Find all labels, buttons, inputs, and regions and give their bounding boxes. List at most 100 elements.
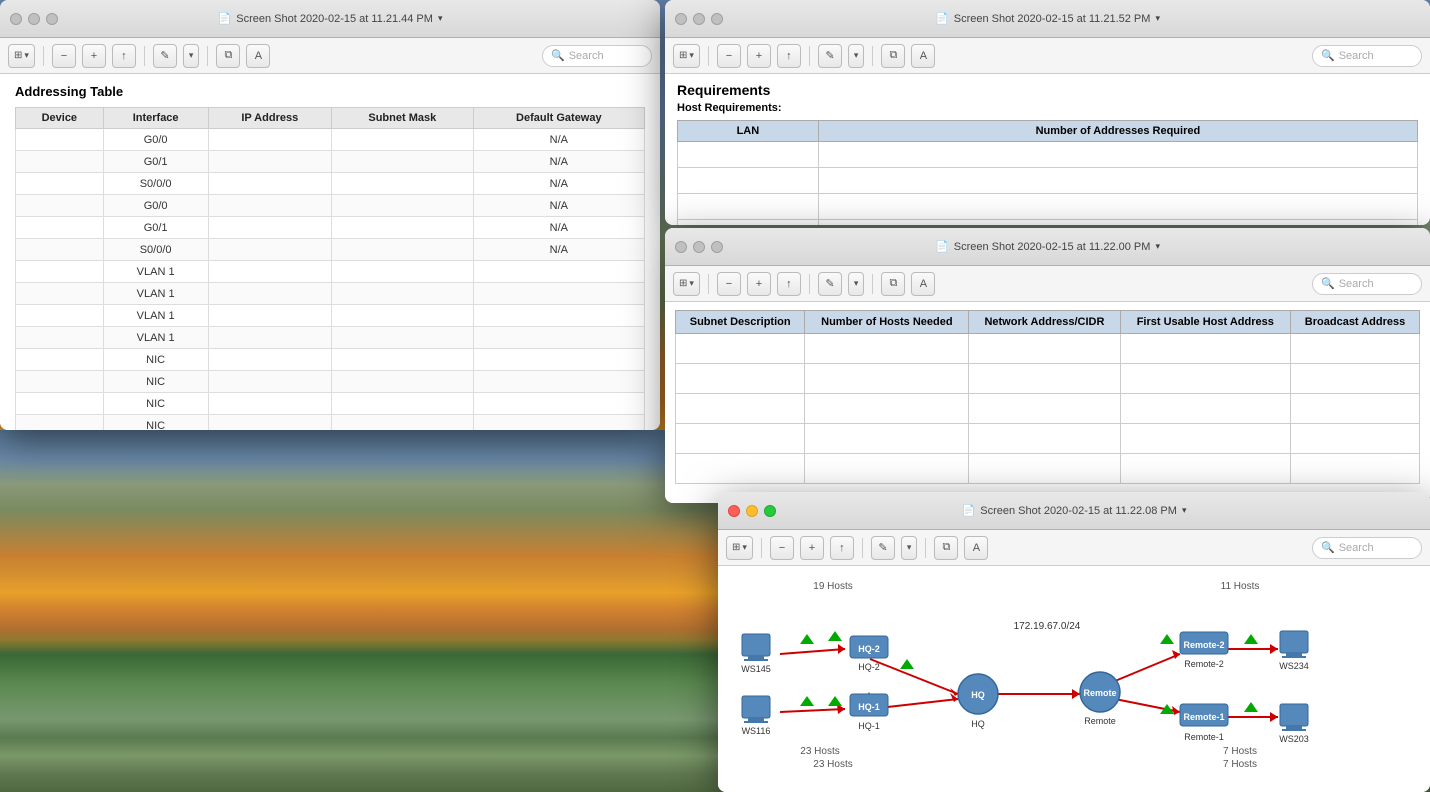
person-button-2[interactable]: A [911,44,935,68]
search-box-2[interactable]: 🔍 Search [1312,45,1422,67]
zoom-out-button-4[interactable]: − [770,536,794,560]
table-row [676,334,1420,364]
subnet-col-header: Broadcast Address [1291,311,1420,334]
table-cell [818,220,1417,226]
table-body: G0/0N/AG0/1N/AS0/0/0N/AG0/0N/AG0/1N/AS0/… [16,129,645,431]
table-cell: NIC [103,371,208,393]
close-button-2[interactable] [675,13,687,25]
network-address-label: 172.19.67.0/24 [1014,621,1081,632]
view-button-4[interactable]: ⊞ ▾ [726,536,753,560]
copy-button-4[interactable]: ⧉ [934,536,958,560]
subnet-col-header: Number of Hosts Needed [805,311,969,334]
edit-button-2[interactable]: ✎ [818,44,842,68]
window-controls [10,13,58,25]
table-cell [678,220,819,226]
zoom-out-button-2[interactable]: − [717,44,741,68]
table-cell [331,239,473,261]
edit-dropdown-3[interactable]: ▾ [848,272,865,296]
table-cell [969,364,1120,394]
table-cell [208,393,331,415]
share-button[interactable]: ↑ [112,44,136,68]
edit-dropdown-2[interactable]: ▾ [848,44,865,68]
share-button-4[interactable]: ↑ [830,536,854,560]
window-requirements: 📄 Screen Shot 2020-02-15 at 11.21.52 PM … [665,0,1430,225]
dropdown-chevron-2: ▾ [1155,13,1160,24]
window-network-diagram: 📄 Screen Shot 2020-02-15 at 11.22.08 PM … [718,492,1430,792]
table-cell [818,194,1417,220]
minimize-button[interactable] [28,13,40,25]
zoom-out-button-3[interactable]: − [717,272,741,296]
table-cell [969,454,1120,484]
subnet-col-header: First Usable Host Address [1120,311,1291,334]
search-box-4[interactable]: 🔍 Search [1312,537,1422,559]
fullscreen-button-3[interactable] [711,241,723,253]
table-row [676,364,1420,394]
table-cell [331,151,473,173]
table-cell [208,327,331,349]
view-button-3[interactable]: ⊞ ▾ [673,272,700,296]
copy-button-3[interactable]: ⧉ [881,272,905,296]
table-cell [1291,334,1420,364]
col-header-default-gateway: Default Gateway [473,108,644,129]
table-cell [1120,334,1291,364]
table-header-row: DeviceInterfaceIP AddressSubnet MaskDefa… [16,108,645,129]
zoom-out-button[interactable]: − [52,44,76,68]
close-button[interactable] [10,13,22,25]
share-button-2[interactable]: ↑ [777,44,801,68]
zoom-in-button[interactable]: + [82,44,106,68]
zoom-in-button-2[interactable]: + [747,44,771,68]
table-cell [208,151,331,173]
close-button-3[interactable] [675,241,687,253]
separator-2 [144,46,145,66]
share-button-3[interactable]: ↑ [777,272,801,296]
edit-dropdown[interactable]: ▾ [183,44,200,68]
close-button-4[interactable] [728,505,740,517]
table-cell: NIC [103,349,208,371]
view-button[interactable]: ⊞ ▾ [8,44,35,68]
col-header-ip-address: IP Address [208,108,331,129]
window-controls-3 [675,241,723,253]
subnet-table: Subnet DescriptionNumber of Hosts Needed… [675,310,1420,484]
edit-button-4[interactable]: ✎ [871,536,895,560]
table-cell [805,424,969,454]
zoom-in-button-3[interactable]: + [747,272,771,296]
table-cell [208,195,331,217]
edit-button-3[interactable]: ✎ [818,272,842,296]
table-cell [676,364,805,394]
minimize-button-4[interactable] [746,505,758,517]
person-button[interactable]: A [246,44,270,68]
person-button-3[interactable]: A [911,272,935,296]
requirements-subheading: Host Requirements: [677,102,1418,114]
separator-9 [872,274,873,294]
edit-button[interactable]: ✎ [153,44,177,68]
edit-dropdown-4[interactable]: ▾ [901,536,918,560]
svg-text:HQ: HQ [971,690,985,700]
zoom-in-button-4[interactable]: + [800,536,824,560]
copy-button[interactable]: ⧉ [216,44,240,68]
person-button-4[interactable]: A [964,536,988,560]
table-cell [473,349,644,371]
table-cell [1120,394,1291,424]
table-cell [208,305,331,327]
titlebar-requirements: 📄 Screen Shot 2020-02-15 at 11.21.52 PM … [665,0,1430,38]
table-cell [16,393,104,415]
table-cell [208,371,331,393]
fullscreen-button-2[interactable] [711,13,723,25]
minimize-button-2[interactable] [693,13,705,25]
fullscreen-button-4[interactable] [764,505,776,517]
search-box-1[interactable]: 🔍 Search [542,45,652,67]
table-cell [331,195,473,217]
table-cell [818,168,1417,194]
table-cell: G0/1 [103,217,208,239]
toolbar-diagram: ⊞ ▾ − + ↑ ✎ ▾ ⧉ A 🔍 Search [718,530,1430,566]
table-cell: N/A [473,173,644,195]
search-box-3[interactable]: 🔍 Search [1312,273,1422,295]
fullscreen-button[interactable] [46,13,58,25]
copy-button-2[interactable]: ⧉ [881,44,905,68]
minimize-button-3[interactable] [693,241,705,253]
table-cell [805,394,969,424]
table-cell [208,261,331,283]
table-cell [805,334,969,364]
table-cell: N/A [473,239,644,261]
view-button-2[interactable]: ⊞ ▾ [673,44,700,68]
